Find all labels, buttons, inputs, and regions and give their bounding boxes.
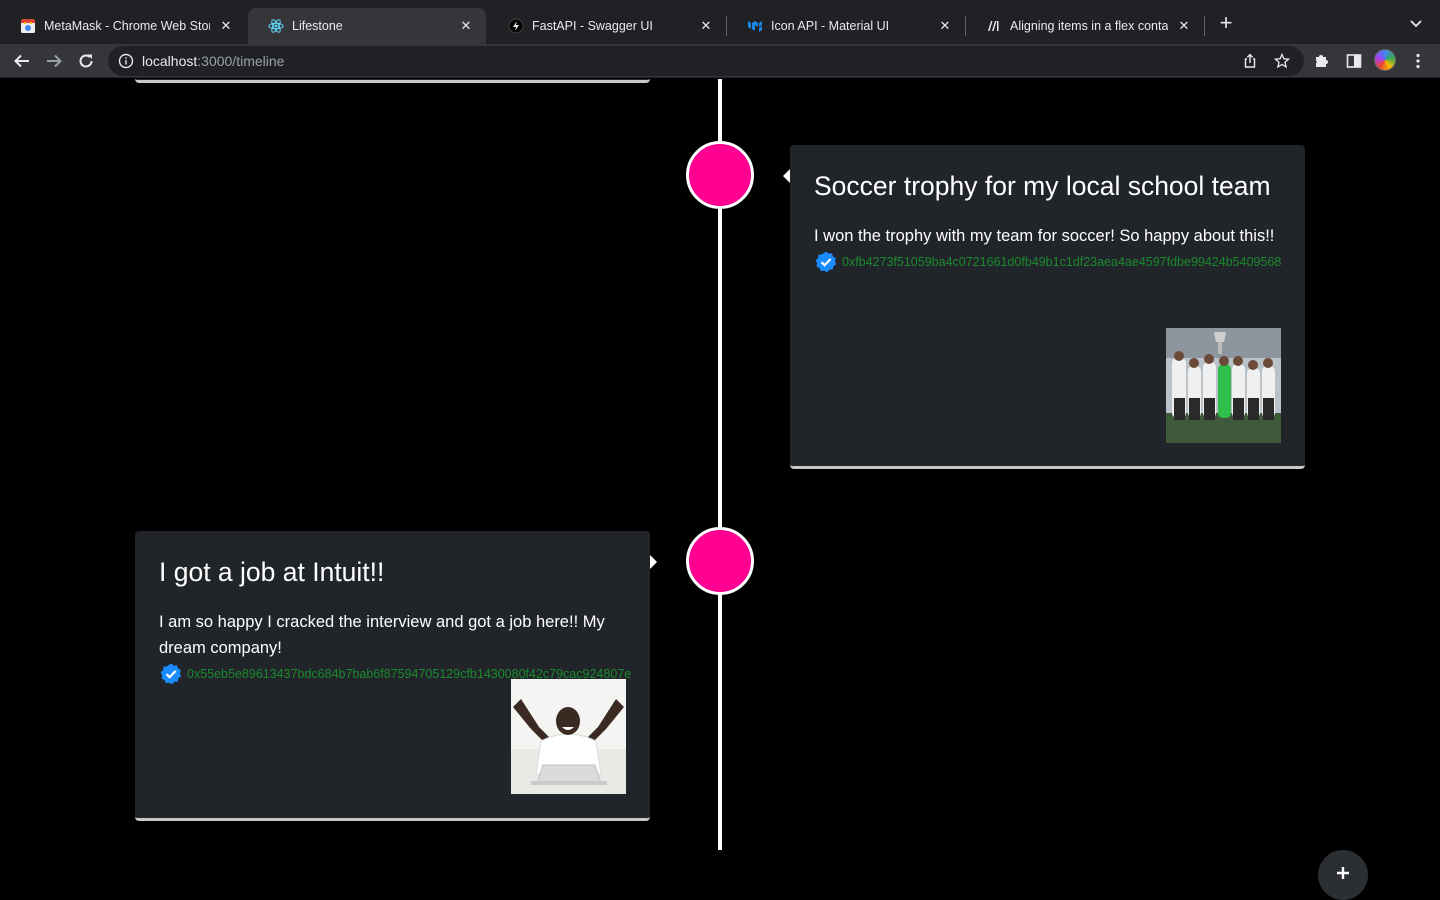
- close-icon[interactable]: ✕: [458, 18, 474, 34]
- back-arrow-icon[interactable]: [10, 49, 34, 73]
- transaction-hash[interactable]: 0xfb4273f51059ba4c0721661d0fb49b1c1df23a…: [842, 255, 1281, 269]
- mdn-icon: [986, 18, 1002, 34]
- event-title: Soccer trophy for my local school team: [814, 171, 1271, 201]
- browser-tab-fastapi[interactable]: FastAPI - Swagger UI ✕: [488, 8, 726, 44]
- timeline-node: [686, 141, 754, 209]
- tab-search-chevron-icon[interactable]: [1406, 14, 1426, 34]
- browser-toolbar: localhost:3000/timeline: [0, 44, 1440, 78]
- side-panel-icon[interactable]: [1342, 49, 1366, 73]
- close-icon[interactable]: ✕: [698, 18, 714, 34]
- verified-badge-icon: [814, 250, 838, 274]
- browser-tab-strip: MetaMask - Chrome Web Store ✕ Lifestone …: [0, 0, 1440, 44]
- more-menu-icon[interactable]: [1406, 49, 1430, 73]
- plus-icon: [1335, 865, 1351, 886]
- forward-arrow-icon[interactable]: [42, 49, 66, 73]
- tab-title: MetaMask - Chrome Web Store: [44, 19, 210, 33]
- profile-avatar[interactable]: [1374, 49, 1396, 71]
- tab-separator: [1204, 16, 1205, 36]
- browser-tab-metamask[interactable]: MetaMask - Chrome Web Store ✕: [0, 8, 246, 44]
- timeline-node: [686, 527, 754, 595]
- url-path: :3000/timeline: [197, 53, 285, 69]
- extensions-puzzle-icon[interactable]: [1310, 49, 1334, 73]
- close-icon[interactable]: ✕: [218, 18, 234, 34]
- site-info-icon[interactable]: [118, 53, 134, 69]
- tab-title: Aligning items in a flex container: [1010, 19, 1168, 33]
- address-bar[interactable]: localhost:3000/timeline: [108, 46, 1304, 76]
- timeline-page: Soccer trophy for my local school team I…: [0, 79, 1440, 900]
- previous-timeline-card: [135, 79, 650, 83]
- tab-title: FastAPI - Swagger UI: [532, 19, 653, 33]
- timeline-card: Soccer trophy for my local school team I…: [790, 145, 1305, 469]
- share-icon[interactable]: [1238, 49, 1262, 73]
- browser-tab-lifestone[interactable]: Lifestone ✕: [248, 8, 486, 44]
- add-event-button[interactable]: [1318, 850, 1368, 900]
- event-title: I got a job at Intuit!!: [159, 557, 385, 587]
- mui-icon: [747, 18, 763, 34]
- url-text[interactable]: localhost:3000/timeline: [142, 53, 284, 69]
- soccer-team-trophy-photo: [1166, 328, 1281, 443]
- chrome-web-store-icon: [20, 18, 36, 34]
- tab-title: Icon API - Material UI: [771, 19, 890, 33]
- verification-row: 0xfb4273f51059ba4c0721661d0fb49b1c1df23a…: [814, 249, 1281, 275]
- url-host: localhost: [142, 53, 198, 69]
- event-description: I am so happy I cracked the interview an…: [159, 613, 605, 657]
- react-icon: [268, 18, 284, 34]
- browser-tab-mdn[interactable]: Aligning items in a flex container ✕: [966, 8, 1204, 44]
- new-tab-button[interactable]: +: [1214, 12, 1238, 36]
- event-description: I won the trophy with my team for soccer…: [814, 227, 1275, 245]
- tab-title: Lifestone: [292, 19, 343, 33]
- timeline-card: I got a job at Intuit!! I am so happy I …: [135, 531, 650, 821]
- man-celebrating-at-laptop-photo: [511, 679, 626, 794]
- card-pointer: [650, 555, 657, 569]
- close-icon[interactable]: ✕: [1176, 18, 1192, 34]
- browser-tab-material-ui[interactable]: Icon API - Material UI ✕: [727, 8, 965, 44]
- fastapi-icon: [508, 18, 524, 34]
- card-pointer: [783, 169, 790, 183]
- close-icon[interactable]: ✕: [937, 18, 953, 34]
- verified-badge-icon: [159, 662, 183, 686]
- reload-icon[interactable]: [74, 49, 98, 73]
- bookmark-star-icon[interactable]: [1270, 49, 1294, 73]
